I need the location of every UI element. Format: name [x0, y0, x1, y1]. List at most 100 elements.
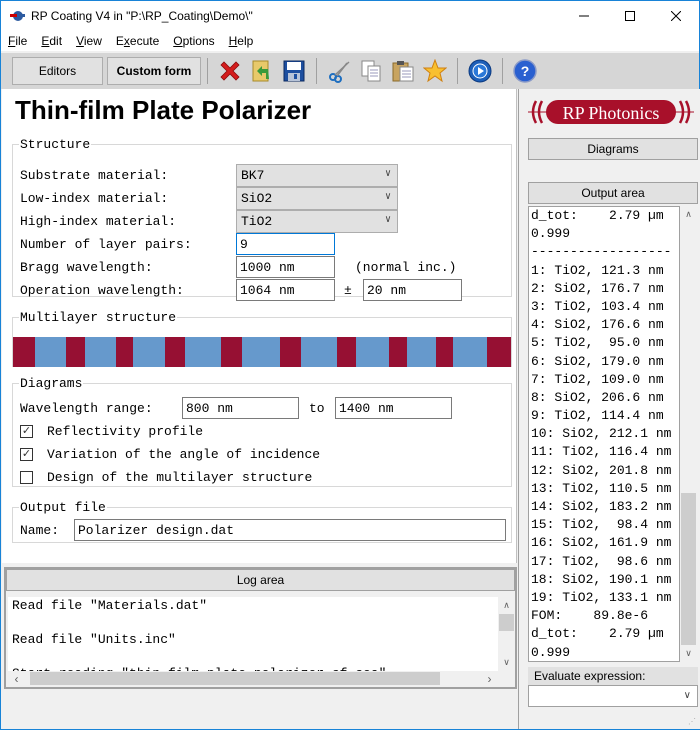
- menu-help[interactable]: Help: [222, 34, 261, 48]
- scroll-right-icon[interactable]: ›: [481, 670, 498, 687]
- layer-stripe-tio2: [221, 337, 242, 367]
- cut-icon[interactable]: [326, 58, 352, 84]
- operation-wavelength-label: Operation wavelength:: [20, 282, 184, 298]
- output-area-header[interactable]: Output area: [528, 182, 698, 204]
- angle-variation-option[interactable]: ✓ Variation of the angle of incidence: [20, 443, 320, 465]
- wavelength-to-input[interactable]: 1400 nm: [335, 397, 452, 419]
- scroll-thumb[interactable]: [499, 614, 514, 631]
- layer-stripe-sio2: [184, 337, 222, 367]
- output-line: ------------------: [531, 244, 672, 260]
- operation-wavelength-input[interactable]: 1064 nm: [236, 279, 335, 301]
- log-horizontal-scrollbar[interactable]: ‹ ›: [8, 671, 498, 686]
- save-icon[interactable]: [281, 58, 307, 84]
- layer-stripe-tio2: [487, 337, 511, 367]
- scroll-thumb[interactable]: [30, 672, 440, 685]
- bragg-wavelength-input[interactable]: 1000 nm: [236, 256, 335, 278]
- menu-edit[interactable]: Edit: [34, 34, 69, 48]
- minimize-button[interactable]: [561, 1, 607, 31]
- output-line: 12: SiO2, 201.8 nm: [531, 462, 672, 478]
- copy-icon[interactable]: [358, 58, 384, 84]
- scroll-down-icon[interactable]: ∨: [498, 654, 515, 671]
- output-line: 16: SiO2, 161.9 nm: [531, 535, 672, 551]
- custom-form-pane: Thin-film Plate Polarizer Structure Subs…: [2, 89, 517, 563]
- svg-text:?: ?: [521, 63, 530, 79]
- wavelength-from-input[interactable]: 800 nm: [182, 397, 299, 419]
- high-index-label: High-index material:: [20, 213, 177, 229]
- close-window-button[interactable]: [653, 1, 699, 31]
- open-file-icon[interactable]: [249, 58, 275, 84]
- output-line: 8: SiO2, 206.6 nm: [531, 389, 664, 405]
- low-index-select[interactable]: SiO2 ∨: [236, 187, 398, 210]
- reflectivity-profile-checkbox[interactable]: ✓: [20, 424, 33, 438]
- chevron-down-icon: ∨: [384, 215, 391, 226]
- substrate-select[interactable]: BK7 ∨: [236, 164, 398, 187]
- output-line: 0.999: [531, 226, 571, 242]
- output-line: 10: SiO2, 212.1 nm: [531, 426, 672, 442]
- layer-stripe-tio2: [116, 337, 134, 367]
- reflectivity-profile-label: Reflectivity profile: [47, 423, 204, 439]
- low-index-value: SiO2: [241, 191, 273, 206]
- menu-execute[interactable]: Execute: [109, 34, 166, 48]
- design-structure-option[interactable]: Design of the multilayer structure: [20, 466, 312, 488]
- layer-pairs-input[interactable]: 9: [236, 233, 335, 255]
- toolbar-separator: [502, 58, 503, 84]
- output-line: d_tot: 2.79 µm: [531, 626, 664, 642]
- layer-stripe-sio2: [241, 337, 280, 367]
- help-icon[interactable]: ?: [512, 58, 538, 84]
- log-vertical-scrollbar[interactable]: ∧ ∨: [498, 597, 515, 671]
- menu-view[interactable]: View: [69, 34, 109, 48]
- output-line: 13: TiO2, 110.5 nm: [531, 480, 672, 496]
- output-line: 9: TiO2, 114.4 nm: [531, 408, 664, 424]
- toolbar-separator: [457, 58, 458, 84]
- high-index-select[interactable]: TiO2 ∨: [236, 210, 398, 233]
- angle-variation-checkbox[interactable]: ✓: [20, 447, 33, 461]
- log-area-header[interactable]: Log area: [6, 569, 515, 591]
- menu-label: iew: [83, 34, 102, 48]
- plus-minus-label: ±: [344, 282, 352, 298]
- wavelength-tolerance-input[interactable]: 20 nm: [363, 279, 462, 301]
- output-line: 19: TiO2, 133.1 nm: [531, 589, 672, 605]
- resize-grip-icon[interactable]: ⋰: [688, 717, 698, 727]
- menu-file[interactable]: File: [1, 34, 34, 48]
- reflectivity-profile-option[interactable]: ✓ Reflectivity profile: [20, 420, 203, 442]
- menu-label: ecute: [129, 34, 160, 48]
- multilayer-group: Multilayer structure: [12, 310, 512, 367]
- multilayer-legend: Multilayer structure: [20, 310, 177, 325]
- design-structure-label: Design of the multilayer structure: [47, 469, 313, 485]
- range-to-label: to: [309, 400, 325, 416]
- custom-form-button[interactable]: Custom form: [107, 57, 201, 85]
- layer-stripe-sio2: [133, 337, 166, 367]
- paste-icon[interactable]: [390, 58, 416, 84]
- output-line: 17: TiO2, 98.6 nm: [531, 553, 672, 569]
- output-name-input[interactable]: Polarizer design.dat: [74, 519, 506, 541]
- favorite-star-icon[interactable]: [422, 58, 448, 84]
- output-file-legend: Output file: [20, 500, 106, 515]
- diagrams-button[interactable]: Diagrams: [528, 138, 698, 160]
- menu-options[interactable]: Options: [166, 34, 221, 48]
- toolbar-separator: [316, 58, 317, 84]
- editors-button[interactable]: Editors: [12, 57, 103, 85]
- scroll-left-icon[interactable]: ‹: [8, 670, 25, 687]
- design-structure-checkbox[interactable]: [20, 470, 33, 484]
- menu-accel: O: [173, 34, 183, 48]
- title-bar: RP Coating V4 in "P:\RP_Coating\Demo\": [1, 1, 699, 31]
- output-text-area[interactable]: d_tot: 2.79 µm 0.999 ------------------ 1: …: [528, 206, 680, 662]
- evaluate-expression-input[interactable]: ∨: [528, 685, 698, 707]
- close-file-icon[interactable]: [217, 58, 243, 84]
- maximize-button[interactable]: [607, 1, 653, 31]
- layer-stripe-tio2: [165, 337, 185, 367]
- substrate-label: Substrate material:: [20, 167, 169, 183]
- log-line: Read file "Units.inc": [12, 632, 176, 647]
- multilayer-stripes: [13, 337, 511, 367]
- scroll-up-icon[interactable]: ∧: [498, 597, 515, 614]
- output-line: 1: TiO2, 121.3 nm: [531, 262, 664, 278]
- menu-label: E: [115, 34, 124, 48]
- chevron-down-icon[interactable]: ∨: [684, 690, 691, 701]
- scroll-up-icon[interactable]: ∧: [680, 206, 697, 223]
- run-icon[interactable]: [467, 58, 493, 84]
- scroll-down-icon[interactable]: ∨: [680, 645, 697, 662]
- menu-accel: V: [76, 34, 84, 48]
- scroll-thumb[interactable]: [681, 493, 696, 645]
- output-vertical-scrollbar[interactable]: ∧ ∨: [680, 206, 697, 662]
